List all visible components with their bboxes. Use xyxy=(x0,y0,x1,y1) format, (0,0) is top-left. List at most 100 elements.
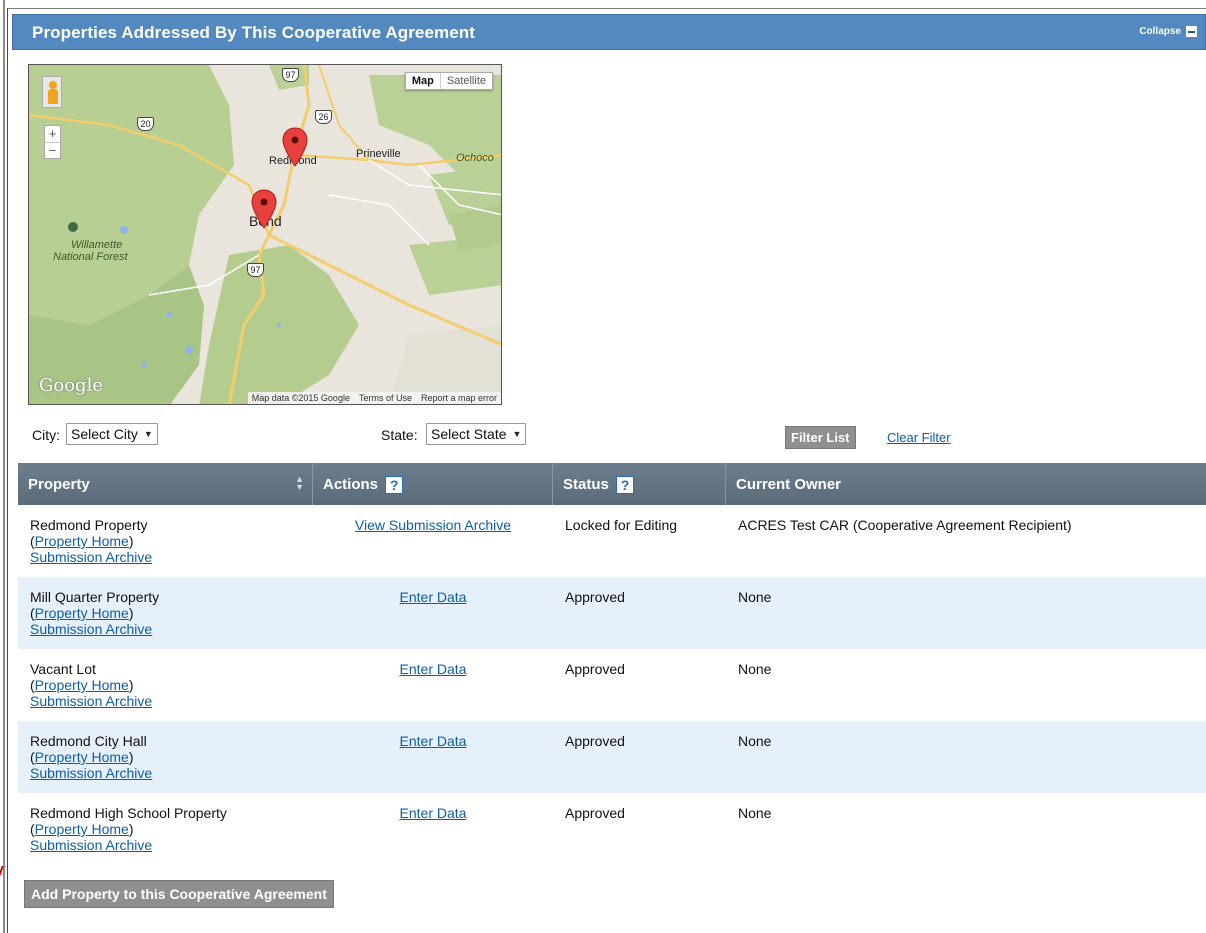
property-home-wrapper: (Property Home) xyxy=(30,533,134,549)
map-type-control[interactable]: Map Satellite xyxy=(404,72,493,90)
collapse-icon xyxy=(1186,26,1197,37)
map-type-map-button[interactable]: Map xyxy=(406,73,441,89)
properties-table: Property ▲ ▼ Actions ? Status ? Current O… xyxy=(18,463,1206,865)
row-action-link[interactable]: Enter Data xyxy=(400,733,467,749)
row-action-link[interactable]: Enter Data xyxy=(400,589,467,605)
map-data-credit: Map data ©2015 Google xyxy=(251,393,350,403)
chevron-down-icon: ▼ xyxy=(512,429,522,439)
actions-cell: Enter Data xyxy=(313,649,553,721)
clear-filter-link[interactable]: Clear Filter xyxy=(887,430,951,445)
table-row: Vacant Lot (Property Home) Submission Ar… xyxy=(18,649,1206,721)
row-action-link[interactable]: Enter Data xyxy=(400,805,467,821)
map-type-satellite-button[interactable]: Satellite xyxy=(441,73,492,89)
sort-icon[interactable]: ▲ ▼ xyxy=(295,475,304,492)
property-name: Mill Quarter Property xyxy=(30,589,160,605)
owner-cell: None xyxy=(738,805,772,821)
map-label-ochoco: Ochoco xyxy=(456,152,494,164)
status-cell: Locked for Editing xyxy=(565,517,678,533)
table-row: Redmond City Hall (Property Home) Submis… xyxy=(18,721,1206,793)
map-attribution: Map data ©2015 Google Terms of Use Repor… xyxy=(247,392,501,404)
property-cell: Redmond High School Property (Property H… xyxy=(18,793,313,865)
property-home-link[interactable]: Property Home xyxy=(35,605,129,621)
zoom-in-button[interactable]: + xyxy=(45,126,60,143)
status-cell: Approved xyxy=(565,589,625,605)
highway-97-shield: 97 xyxy=(282,68,299,82)
property-cell: Redmond City Hall (Property Home) Submis… xyxy=(18,721,313,793)
panel-title: Properties Addressed By This Cooperative… xyxy=(32,23,476,42)
column-header-label: Actions xyxy=(323,476,379,493)
table-header: Property ▲ ▼ Actions ? Status ? Current O… xyxy=(18,463,1206,505)
property-home-link[interactable]: Property Home xyxy=(35,821,129,837)
help-icon[interactable]: ? xyxy=(616,476,635,495)
column-header-label: Status xyxy=(563,476,609,493)
submission-archive-link[interactable]: Submission Archive xyxy=(30,549,152,565)
map-label-prineville: Prineville xyxy=(356,148,401,160)
owner-cell: ACRES Test CAR (Cooperative Agreement Re… xyxy=(738,517,1072,533)
owner-cell: None xyxy=(738,589,772,605)
property-cell: Vacant Lot (Property Home) Submission Ar… xyxy=(18,649,313,721)
terms-of-use-link[interactable]: Terms of Use xyxy=(359,393,412,403)
filter-list-button[interactable]: Filter List xyxy=(785,426,856,449)
map-label-willamette: Willamette xyxy=(71,239,123,251)
status-cell: Approved xyxy=(565,733,625,749)
property-name: Redmond Property xyxy=(30,517,148,533)
chevron-down-icon: ▼ xyxy=(143,429,153,439)
property-cell: Redmond Property (Property Home) Submiss… xyxy=(18,505,313,577)
property-home-wrapper: (Property Home) xyxy=(30,749,134,765)
column-header-label: Current Owner xyxy=(736,476,842,493)
property-home-link[interactable]: Property Home xyxy=(35,677,129,693)
submission-archive-link[interactable]: Submission Archive xyxy=(30,621,152,637)
zoom-control[interactable]: + − xyxy=(44,125,61,159)
map-pin-icon[interactable] xyxy=(251,189,277,229)
property-name: Redmond City Hall xyxy=(30,733,147,749)
property-home-wrapper: (Property Home) xyxy=(30,605,134,621)
table-row: Redmond High School Property (Property H… xyxy=(18,793,1206,865)
map-terrain xyxy=(29,65,501,404)
row-action-link[interactable]: Enter Data xyxy=(400,661,467,677)
column-header-current-owner: Current Owner xyxy=(726,463,1206,505)
state-select-value: Select State xyxy=(431,426,507,442)
add-property-button[interactable]: Add Property to this Cooperative Agreeme… xyxy=(24,880,334,908)
actions-cell: Enter Data xyxy=(313,577,553,649)
city-select-value: Select City xyxy=(71,426,138,442)
actions-cell: Enter Data xyxy=(313,793,553,865)
actions-cell: View Submission Archive xyxy=(313,505,553,577)
column-header-label: Property xyxy=(28,476,90,493)
property-home-link[interactable]: Property Home xyxy=(35,533,129,549)
google-logo: Google xyxy=(39,375,103,396)
panel-header: Properties Addressed By This Cooperative… xyxy=(12,14,1206,50)
property-map[interactable]: + − Map Satellite 97 26 20 97 Redmond Pr… xyxy=(28,64,502,405)
owner-cell: None xyxy=(738,661,772,677)
property-name: Redmond High School Property xyxy=(30,805,227,821)
column-header-property[interactable]: Property ▲ ▼ xyxy=(18,463,313,505)
owner-cell: None xyxy=(738,733,772,749)
state-select[interactable]: Select State ▼ xyxy=(426,423,527,445)
status-cell: Approved xyxy=(565,805,625,821)
submission-archive-link[interactable]: Submission Archive xyxy=(30,837,152,853)
submission-archive-link[interactable]: Submission Archive xyxy=(30,693,152,709)
property-home-wrapper: (Property Home) xyxy=(30,677,134,693)
status-cell: Approved xyxy=(565,661,625,677)
city-label: City: xyxy=(32,427,60,443)
property-home-link[interactable]: Property Home xyxy=(35,749,129,765)
table-row: Redmond Property (Property Home) Submiss… xyxy=(18,505,1206,577)
street-view-pegman-icon[interactable] xyxy=(42,76,62,108)
map-label-national-forest: National Forest xyxy=(53,251,128,263)
property-home-wrapper: (Property Home) xyxy=(30,821,134,837)
actions-cell: Enter Data xyxy=(313,721,553,793)
zoom-out-button[interactable]: − xyxy=(45,143,60,159)
highway-97-south-shield: 97 xyxy=(247,263,264,277)
column-header-actions: Actions ? xyxy=(313,463,553,505)
submission-archive-link[interactable]: Submission Archive xyxy=(30,765,152,781)
column-header-status: Status ? xyxy=(553,463,726,505)
highway-26-shield: 26 xyxy=(315,110,332,124)
help-icon[interactable]: ? xyxy=(385,476,404,495)
highway-20-shield: 20 xyxy=(137,117,154,131)
table-row: Mill Quarter Property (Property Home) Su… xyxy=(18,577,1206,649)
property-name: Vacant Lot xyxy=(30,661,96,677)
report-map-error-link[interactable]: Report a map error xyxy=(421,393,497,403)
row-action-link[interactable]: View Submission Archive xyxy=(355,517,511,533)
map-pin-icon[interactable] xyxy=(282,127,308,167)
city-select[interactable]: Select City ▼ xyxy=(66,423,158,445)
collapse-button[interactable]: Collapse xyxy=(1139,26,1197,37)
